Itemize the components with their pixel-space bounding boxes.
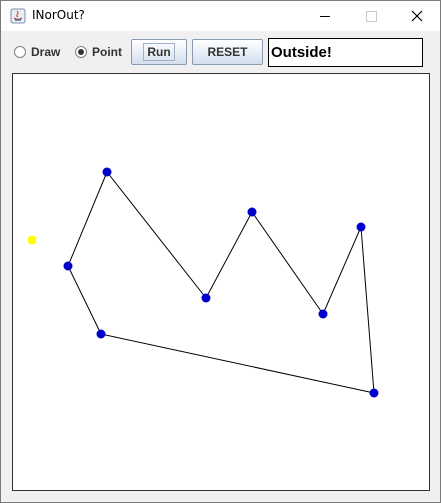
polygon-edge bbox=[67, 265, 102, 335]
test-point[interactable] bbox=[27, 235, 37, 245]
polygon-edge bbox=[360, 226, 375, 394]
canvas-svg bbox=[27, 167, 379, 398]
title-bar[interactable]: INorOut? bbox=[1, 1, 440, 31]
reset-button[interactable]: RESET bbox=[192, 39, 263, 65]
polygon-vertex[interactable] bbox=[63, 261, 73, 271]
point-radio[interactable]: Point bbox=[75, 44, 122, 60]
polygon-vertex[interactable] bbox=[201, 293, 211, 303]
polygon-vertex[interactable] bbox=[102, 167, 112, 177]
close-icon bbox=[411, 10, 423, 22]
java-icon bbox=[10, 8, 26, 24]
result-field: Outside! bbox=[268, 38, 423, 67]
polygon-vertex[interactable] bbox=[356, 222, 366, 232]
reset-button-label: RESET bbox=[207, 45, 248, 59]
minimize-icon bbox=[320, 16, 330, 17]
polygon-edge bbox=[100, 333, 375, 394]
polygon-edge bbox=[67, 171, 108, 267]
polygon-vertex[interactable] bbox=[96, 329, 106, 339]
app-window: INorOut? Draw Point Run RESET Outside! bbox=[0, 0, 441, 503]
window-title: INorOut? bbox=[32, 8, 85, 22]
polygon-edge bbox=[205, 211, 253, 299]
run-button-label: Run bbox=[143, 43, 175, 61]
minimize-button[interactable] bbox=[302, 1, 348, 31]
point-radio-indicator[interactable] bbox=[75, 46, 87, 58]
run-button[interactable]: Run bbox=[131, 39, 187, 65]
result-text: Outside! bbox=[271, 44, 332, 61]
draw-radio[interactable]: Draw bbox=[14, 44, 60, 60]
polygon-edge bbox=[322, 226, 362, 315]
close-button[interactable] bbox=[394, 1, 440, 31]
draw-radio-label: Draw bbox=[31, 45, 61, 59]
maximize-button[interactable] bbox=[348, 1, 394, 31]
toolbar: Draw Point Run RESET Outside! bbox=[1, 31, 440, 73]
polygon-edge bbox=[251, 211, 324, 315]
polygon-vertex[interactable] bbox=[369, 388, 379, 398]
draw-radio-indicator[interactable] bbox=[14, 46, 26, 58]
maximize-icon bbox=[366, 11, 377, 22]
drawing-canvas[interactable] bbox=[12, 73, 430, 491]
polygon-vertex[interactable] bbox=[247, 207, 257, 217]
polygon-vertex[interactable] bbox=[318, 309, 328, 319]
polygon-edge bbox=[106, 171, 207, 299]
point-radio-label: Point bbox=[92, 45, 122, 59]
